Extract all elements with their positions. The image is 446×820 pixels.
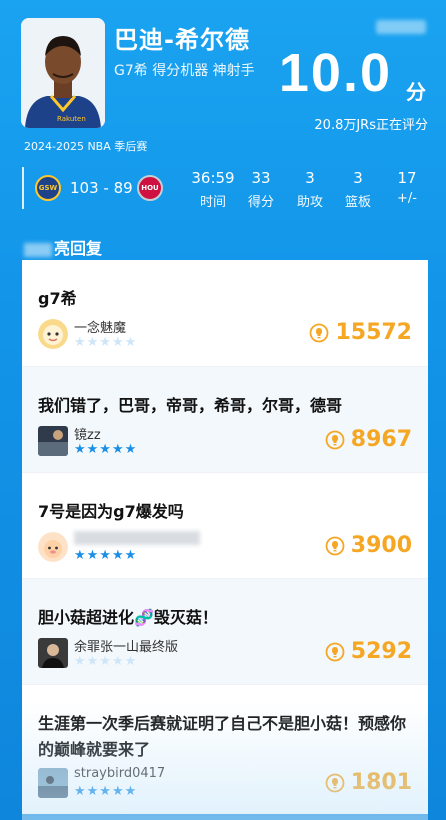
avatar[interactable] bbox=[38, 319, 68, 349]
bulb-icon bbox=[325, 430, 345, 449]
comment-card[interactable]: 7号是因为g7爆发吗 ★★★★★ 3900 bbox=[22, 472, 428, 578]
like-value: 3900 bbox=[350, 533, 412, 558]
bulb-icon bbox=[310, 323, 329, 342]
star-rating: ★★★★★ bbox=[74, 335, 138, 350]
player-photo: Rakuten bbox=[21, 18, 105, 128]
divider bbox=[22, 167, 24, 209]
player-header: Rakuten 巴迪-希尔德 G7希 得分机器 神射手 10.0 分 20.8万… bbox=[0, 0, 446, 235]
avatar[interactable] bbox=[38, 638, 68, 668]
stat-minutes: 36:59 时间 bbox=[188, 169, 238, 210]
comment-text: 生涯第一次季后赛就证明了自己不是胆小菇！预感你的巅峰就要来了 bbox=[38, 714, 407, 759]
like-value: 15572 bbox=[335, 320, 412, 345]
game-summary[interactable]: GSW 103 - 89 HOU 36:59 时间 33 得分 3 助攻 3 篮… bbox=[0, 165, 446, 211]
avatar[interactable] bbox=[38, 426, 68, 456]
section-title-text: 亮回复 bbox=[54, 239, 103, 258]
star-rating: ★★★★★ bbox=[74, 654, 138, 669]
comment-text: g7希 bbox=[38, 289, 77, 308]
comment-text: 7号是因为g7爆发吗 bbox=[38, 502, 184, 521]
comment-card[interactable]: 我们错了，巴哥，帝哥，希哥，尔哥，德哥 镜zz ★★★★★ 8967 bbox=[22, 366, 428, 472]
comment-card[interactable]: 胆小菇超进化🧬毁灭菇！ 余罪张一山最终版 ★★★★★ 5292 bbox=[22, 578, 428, 684]
rockets-logo-icon: HOU bbox=[137, 175, 163, 201]
like-count[interactable]: 3900 bbox=[325, 533, 412, 558]
comment-card[interactable]: 生涯第一次季后赛就证明了自己不是胆小菇！预感你的巅峰就要来了 straybird… bbox=[22, 684, 428, 814]
like-value: 8967 bbox=[350, 427, 412, 452]
stat-plus-minus: 17 +/- bbox=[382, 169, 432, 206]
game-score: 103 - 89 bbox=[70, 179, 133, 197]
warriors-logo-icon: GSW bbox=[35, 175, 61, 201]
stat-rebounds: 3 篮板 bbox=[333, 169, 383, 210]
stat-value: 17 bbox=[397, 169, 417, 187]
comment-card[interactable]: g7希 一念魅魔 ★★★★★ 15572 bbox=[22, 260, 428, 366]
raters-count: 20.8万JRs正在评分 bbox=[314, 118, 428, 133]
season-label: 2024-2025 NBA 季后赛 bbox=[24, 140, 148, 153]
like-value: 5292 bbox=[350, 639, 412, 664]
bulb-icon bbox=[325, 536, 345, 555]
bulb-icon bbox=[325, 642, 345, 661]
svg-text:Rakuten: Rakuten bbox=[57, 115, 86, 123]
blurred-text bbox=[24, 242, 52, 257]
username[interactable]: 一念魅魔 bbox=[74, 317, 126, 336]
like-count[interactable]: 15572 bbox=[309, 320, 412, 345]
stat-label: 时间 bbox=[199, 195, 226, 210]
stat-points: 33 得分 bbox=[236, 169, 286, 210]
stat-value: 3 bbox=[305, 169, 315, 187]
stat-label: +/- bbox=[397, 191, 417, 206]
username[interactable]: 镜zz bbox=[74, 424, 101, 443]
player-name: 巴迪-希尔德 bbox=[114, 26, 250, 54]
stat-value: 3 bbox=[353, 169, 363, 187]
like-count[interactable]: 8967 bbox=[325, 427, 412, 452]
like-count[interactable]: 5292 bbox=[325, 639, 412, 664]
star-rating: ★★★★★ bbox=[74, 548, 138, 563]
blurred-label bbox=[376, 20, 426, 34]
rating-score: 10.0 bbox=[278, 43, 392, 103]
star-rating: ★★★★★ bbox=[74, 784, 138, 799]
bulb-icon bbox=[325, 773, 345, 792]
stat-assists: 3 助攻 bbox=[285, 169, 335, 210]
stat-value: 33 bbox=[251, 169, 271, 187]
comment-text: 我们错了，巴哥，帝哥，希哥，尔哥，德哥 bbox=[38, 396, 343, 415]
stat-label: 得分 bbox=[247, 195, 274, 210]
blurred-username bbox=[74, 530, 200, 545]
comment-list: g7希 一念魅魔 ★★★★★ 15572 我们错了，巴哥，帝哥，希哥，尔哥，德哥… bbox=[22, 260, 428, 814]
stat-value: 36:59 bbox=[191, 169, 235, 187]
stat-label: 篮板 bbox=[344, 195, 371, 210]
username[interactable] bbox=[74, 530, 200, 545]
like-count[interactable]: 1801 bbox=[325, 770, 412, 795]
star-rating: ★★★★★ bbox=[74, 442, 138, 457]
player-tags: G7希 得分机器 神射手 bbox=[114, 63, 255, 79]
avatar[interactable] bbox=[38, 532, 68, 562]
avatar[interactable] bbox=[38, 768, 68, 798]
username[interactable]: straybird0417 bbox=[74, 766, 165, 781]
like-value: 1801 bbox=[350, 770, 412, 795]
section-title: 亮回复 bbox=[24, 235, 102, 259]
comment-text: 胆小菇超进化🧬毁灭菇！ bbox=[38, 608, 218, 627]
username[interactable]: 余罪张一山最终版 bbox=[74, 636, 178, 655]
rating-unit: 分 bbox=[406, 80, 426, 104]
stat-label: 助攻 bbox=[296, 195, 323, 210]
